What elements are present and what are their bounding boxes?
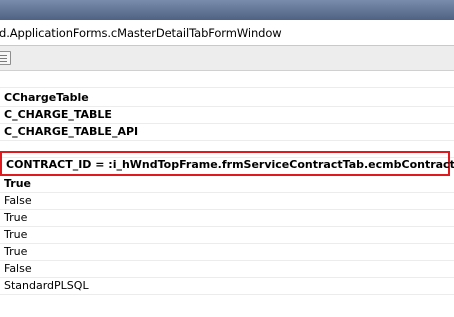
list-item (0, 71, 454, 88)
property-value: C_CHARGE_TABLE (4, 108, 112, 121)
list-item[interactable]: True (0, 210, 454, 227)
highlighted-property-row[interactable]: CONTRACT_ID = :i_hWndTopFrame.frmService… (0, 151, 454, 176)
property-value: True (4, 211, 28, 224)
toolbar (0, 46, 454, 71)
list-item[interactable]: False (0, 193, 454, 210)
property-value: True (4, 245, 28, 258)
property-value: False (4, 194, 32, 207)
property-value: False (4, 262, 32, 275)
list-item[interactable]: CChargeTable (0, 90, 454, 107)
property-value: C_CHARGE_TABLE_API (4, 125, 139, 138)
window-title-bar (0, 0, 454, 20)
list-item[interactable]: True (0, 227, 454, 244)
list-item[interactable]: C_CHARGE_TABLE (0, 107, 454, 124)
property-list: CChargeTable C_CHARGE_TABLE C_CHARGE_TAB… (0, 71, 454, 317)
list-item[interactable]: True (0, 244, 454, 261)
property-value: True (4, 177, 32, 190)
property-value: StandardPLSQL (4, 279, 89, 292)
list-item[interactable]: StandardPLSQL (0, 278, 454, 295)
property-value: CChargeTable (4, 91, 89, 104)
list-item[interactable]: True (0, 176, 454, 193)
list-view-icon[interactable] (0, 51, 11, 65)
window-class-path: d.ApplicationForms.cMasterDetailTabFormW… (0, 26, 282, 40)
list-item[interactable]: C_CHARGE_TABLE_API (0, 124, 454, 141)
property-value: True (4, 228, 28, 241)
path-bar: d.ApplicationForms.cMasterDetailTabFormW… (0, 21, 454, 46)
list-item[interactable]: False (0, 261, 454, 278)
highlighted-property-value: CONTRACT_ID = :i_hWndTopFrame.frmService… (6, 158, 454, 171)
